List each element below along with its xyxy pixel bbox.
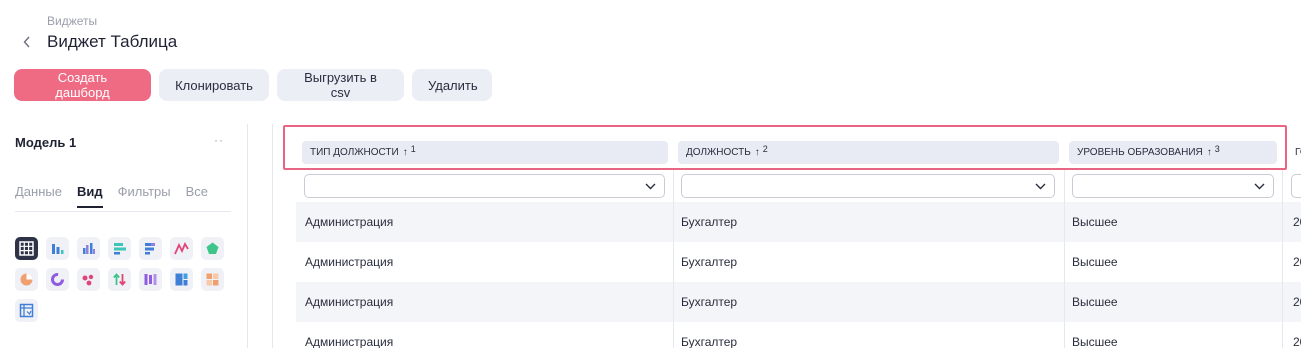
cell-education-level: Высшее (1072, 335, 1118, 348)
sort-order: 2 (762, 143, 768, 154)
column-header-position-type[interactable]: тип должности ↑ 1 (302, 141, 668, 164)
column-divider (1064, 170, 1065, 348)
create-dashboard-button[interactable]: Создать дашборд (14, 69, 151, 101)
filter-select-partial[interactable] (1291, 174, 1301, 198)
cell-partial: 20 (1293, 295, 1301, 309)
cell-position-type: Администрация (305, 215, 394, 229)
cell-position: Бухгалтер (681, 295, 738, 309)
column-header-label: тип должности (310, 147, 399, 158)
pie-chart-icon[interactable] (15, 268, 38, 291)
column-header-partial[interactable]: го (1291, 141, 1301, 164)
pivot-table-icon[interactable] (15, 299, 38, 322)
scatter-icon[interactable] (77, 268, 100, 291)
sort-asc-icon[interactable]: ↑ (1207, 147, 1212, 158)
treemap-icon[interactable] (170, 268, 193, 291)
tab-view[interactable]: Вид (76, 184, 103, 208)
sidebar-tabs: Данные Вид Фильтры Все (15, 184, 208, 208)
table-row: Администрация Бухгалтер Высшее 20 (296, 322, 1301, 348)
chevron-down-icon (1254, 183, 1265, 190)
grouped-bar-chart-icon[interactable] (77, 237, 100, 260)
stacked-horizontal-bar-icon[interactable] (139, 237, 162, 260)
breadcrumb[interactable]: Виджеты (47, 14, 97, 28)
tab-data[interactable]: Данные (15, 184, 62, 208)
radar-icon[interactable] (201, 237, 224, 260)
heatmap-icon[interactable] (201, 268, 224, 291)
table-row: Администрация Бухгалтер Высшее 20 (296, 242, 1301, 282)
model-title: Модель 1 (15, 135, 77, 150)
tab-all[interactable]: Все (186, 184, 208, 208)
chevron-down-icon (1035, 183, 1046, 190)
cell-partial: 20 (1293, 335, 1301, 348)
filter-select-education-level[interactable] (1072, 174, 1274, 198)
cell-education-level: Высшее (1072, 255, 1118, 269)
column-divider (673, 170, 674, 348)
funnel-icon[interactable] (139, 268, 162, 291)
filter-select-position-type[interactable] (304, 174, 665, 198)
page-title: Виджет Таблица (47, 32, 178, 51)
table-icon[interactable] (15, 237, 38, 260)
column-header-label: го (1295, 147, 1301, 158)
column-header-label: должность (686, 147, 751, 158)
sort-order: 1 (410, 143, 416, 154)
cell-position: Бухгалтер (681, 255, 738, 269)
more-icon[interactable]: ·· (214, 133, 224, 147)
cell-education-level: Высшее (1072, 295, 1118, 309)
sort-asc-icon[interactable]: ↑ (403, 147, 408, 158)
view-type-grid (15, 237, 235, 322)
sort-order: 3 (1214, 143, 1220, 154)
cell-partial: 20 (1293, 215, 1301, 229)
cell-education-level: Высшее (1072, 215, 1118, 229)
sidebar: Модель 1 ·· Данные Вид Фильтры Все (0, 124, 248, 348)
line-chart-icon[interactable] (170, 237, 193, 260)
bar-chart-icon[interactable] (46, 237, 69, 260)
chevron-down-icon (645, 183, 656, 190)
tab-filters[interactable]: Фильтры (118, 184, 171, 208)
delete-button[interactable]: Удалить (412, 69, 492, 101)
cell-position: Бухгалтер (681, 215, 738, 229)
column-header-label: уровень образования (1077, 147, 1203, 158)
column-divider (1282, 170, 1283, 348)
column-header-position[interactable]: должность ↑ 2 (678, 141, 1059, 164)
sort-asc-icon[interactable]: ↑ (755, 147, 760, 158)
cell-position: Бухгалтер (681, 335, 738, 348)
cell-position-type: Администрация (305, 295, 394, 309)
horizontal-bar-icon[interactable] (108, 237, 131, 260)
donut-chart-icon[interactable] (46, 268, 69, 291)
table-row: Администрация Бухгалтер Высшее 20 (296, 202, 1301, 242)
column-header-education-level[interactable]: уровень образования ↑ 3 (1069, 141, 1277, 164)
up-down-arrows-icon[interactable] (108, 268, 131, 291)
cell-position-type: Администрация (305, 255, 394, 269)
table-row: Администрация Бухгалтер Высшее 20 (296, 282, 1301, 322)
export-csv-button[interactable]: Выгрузить в csv (277, 69, 404, 101)
back-arrow-icon[interactable] (20, 34, 34, 50)
clone-button[interactable]: Клонировать (159, 69, 269, 101)
tabs-divider (15, 211, 231, 212)
data-table: тип должности ↑ 1 должность ↑ 2 уровень … (272, 124, 1301, 348)
toolbar: Создать дашборд Клонировать Выгрузить в … (14, 69, 492, 101)
filter-select-position[interactable] (681, 174, 1055, 198)
cell-partial: 20 (1293, 255, 1301, 269)
cell-position-type: Администрация (305, 335, 394, 348)
